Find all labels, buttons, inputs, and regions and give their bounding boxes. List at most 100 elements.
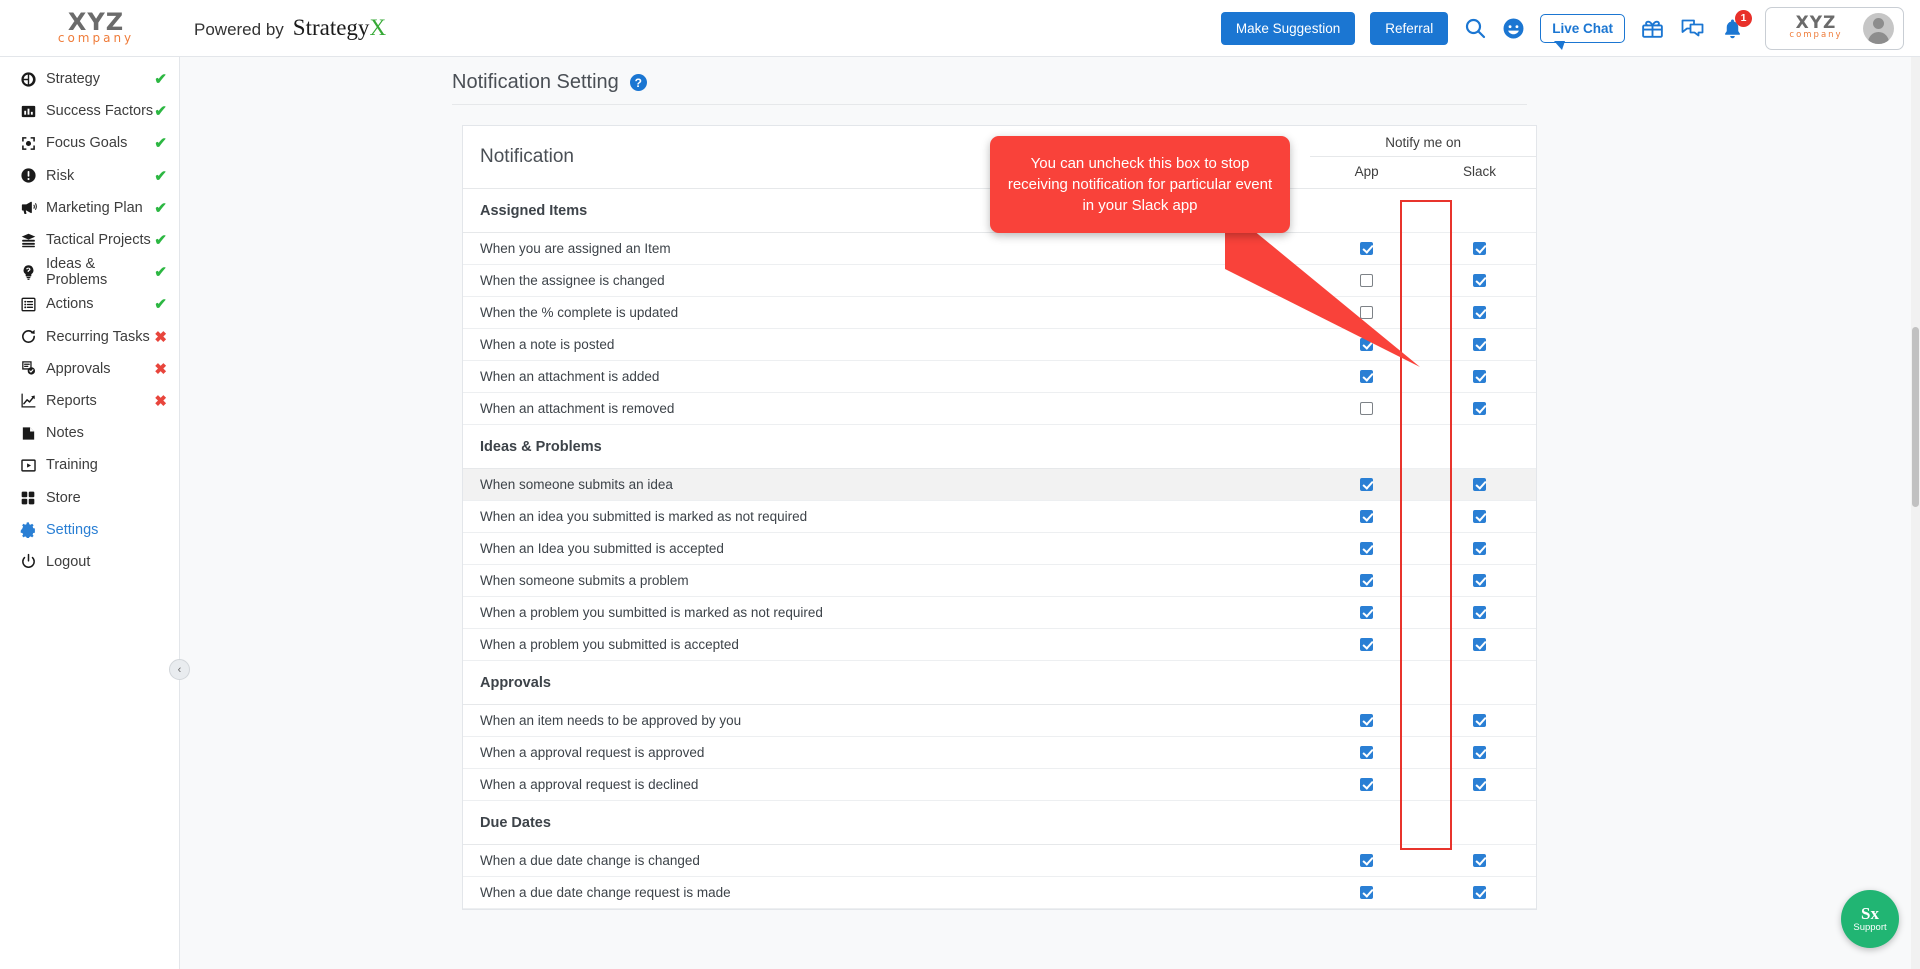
bell-icon[interactable]: 1: [1721, 9, 1752, 40]
notification-label: When an attachment is added: [463, 360, 1311, 393]
slack-checkbox[interactable]: [1473, 337, 1487, 351]
app-checkbox[interactable]: [1360, 885, 1374, 899]
app-checkbox[interactable]: [1360, 713, 1374, 727]
sidebar-item-store[interactable]: Store: [0, 481, 179, 513]
sidebar-item-recurring-tasks[interactable]: Recurring Tasks ✖: [0, 321, 179, 353]
app-checkbox-cell: [1310, 392, 1424, 425]
page-scrollbar[interactable]: [1911, 57, 1920, 969]
app-checkbox-cell: [1310, 468, 1424, 501]
userbox-logo-primary: XYZ: [1795, 13, 1837, 33]
sidebar-item-label: Settings: [46, 521, 99, 538]
slack-checkbox[interactable]: [1473, 853, 1487, 867]
main-content-area: Notification Setting ? Notification Noti…: [180, 57, 1920, 969]
sidebar-item-strategy[interactable]: Strategy ✔: [0, 63, 179, 95]
referral-button[interactable]: Referral: [1370, 11, 1449, 45]
sidebar-item-approvals[interactable]: Approvals ✖: [0, 353, 179, 385]
refresh-icon: [20, 328, 46, 345]
sidebar-collapse-button[interactable]: ‹: [169, 659, 190, 680]
app-checkbox[interactable]: [1360, 509, 1374, 523]
sidebar-item-settings[interactable]: Settings: [0, 514, 179, 546]
smiley-icon[interactable]: [1502, 17, 1525, 40]
slack-checkbox[interactable]: [1473, 273, 1487, 287]
table-section-row: Due Dates: [463, 800, 1536, 845]
powered-by-label: Powered by: [194, 20, 284, 39]
make-suggestion-button[interactable]: Make Suggestion: [1220, 11, 1356, 45]
slack-checkbox[interactable]: [1473, 777, 1487, 791]
gift-icon[interactable]: [1640, 16, 1665, 41]
sidebar-item-label: Marketing Plan: [46, 199, 143, 216]
slack-checkbox[interactable]: [1473, 509, 1487, 523]
scrollbar-thumb[interactable]: [1912, 327, 1919, 507]
gear-icon: [20, 521, 46, 539]
slack-checkbox[interactable]: [1473, 477, 1487, 491]
slack-checkbox[interactable]: [1473, 637, 1487, 651]
live-chat-button[interactable]: Live Chat: [1540, 13, 1625, 50]
support-label: Support: [1853, 921, 1887, 933]
app-checkbox[interactable]: [1360, 637, 1374, 651]
sidebar-item-training[interactable]: Training: [0, 449, 179, 481]
table-row: When an item needs to be approved by you: [463, 704, 1536, 737]
sidebar-item-ideas-problems[interactable]: Ideas & Problems ✔: [0, 256, 179, 288]
slack-checkbox-cell: [1423, 628, 1536, 661]
app-checkbox[interactable]: [1360, 853, 1374, 867]
company-logo-primary: XYZ: [67, 7, 125, 36]
user-profile-menu[interactable]: XYZ company: [1765, 6, 1904, 50]
notification-label: When you are assigned an Item: [463, 232, 1311, 265]
search-icon[interactable]: [1463, 16, 1487, 40]
slack-checkbox-cell: [1423, 468, 1536, 501]
bar-chart-icon: [20, 103, 46, 120]
header-actions: Make Suggestion Referral Live Chat 1 XYZ…: [1220, 6, 1920, 50]
sidebar-item-label: Notes: [46, 425, 84, 442]
app-checkbox[interactable]: [1360, 401, 1374, 415]
app-checkbox[interactable]: [1360, 777, 1374, 791]
list-icon: [20, 296, 46, 313]
sidebar-item-label: Store: [46, 489, 81, 506]
sidebar-item-risk[interactable]: Risk ✔: [0, 160, 179, 192]
table-row: When a problem you sumbitted is marked a…: [463, 596, 1536, 629]
sidebar-item-status-no: ✖: [154, 328, 167, 346]
slack-checkbox[interactable]: [1473, 541, 1487, 555]
sidebar-item-logout[interactable]: Logout: [0, 546, 179, 578]
slack-checkbox[interactable]: [1473, 573, 1487, 587]
slack-checkbox[interactable]: [1473, 605, 1487, 619]
support-button[interactable]: Sx Support: [1841, 890, 1899, 948]
slack-checkbox[interactable]: [1473, 745, 1487, 759]
table-row: When a due date change is changed: [463, 844, 1536, 877]
app-checkbox[interactable]: [1360, 605, 1374, 619]
table-section-row: Approvals: [463, 660, 1536, 705]
table-row: When an Idea you submitted is accepted: [463, 532, 1536, 565]
notification-label: When someone submits an idea: [463, 468, 1311, 501]
sidebar-item-actions[interactable]: Actions ✔: [0, 288, 179, 320]
section-title: Approvals: [463, 660, 1311, 705]
company-logo[interactable]: XYZ company: [26, 7, 166, 45]
alert-icon: [20, 167, 46, 184]
app-checkbox-cell: [1310, 736, 1424, 769]
slack-checkbox-cell: [1423, 596, 1536, 629]
sidebar-item-reports[interactable]: Reports ✖: [0, 385, 179, 417]
slack-checkbox[interactable]: [1473, 713, 1487, 727]
app-checkbox[interactable]: [1360, 745, 1374, 759]
app-checkbox[interactable]: [1360, 477, 1374, 491]
sidebar-item-success-factors[interactable]: Success Factors ✔: [0, 95, 179, 127]
sidebar-item-tactical-projects[interactable]: Tactical Projects ✔: [0, 224, 179, 256]
slack-checkbox[interactable]: [1473, 369, 1487, 383]
help-icon[interactable]: ?: [629, 74, 647, 91]
app-checkbox[interactable]: [1360, 573, 1374, 587]
messages-icon[interactable]: [1680, 15, 1706, 41]
slack-checkbox[interactable]: [1473, 885, 1487, 899]
avatar[interactable]: [1863, 12, 1894, 44]
sidebar-item-marketing-plan[interactable]: Marketing Plan ✔: [0, 192, 179, 224]
sidebar-item-status-ok: ✔: [154, 296, 167, 314]
slack-checkbox[interactable]: [1473, 305, 1487, 319]
slack-checkbox[interactable]: [1473, 241, 1487, 255]
slack-checkbox[interactable]: [1473, 401, 1487, 415]
app-checkbox[interactable]: [1360, 541, 1374, 555]
table-row: When a problem you submitted is accepted: [463, 628, 1536, 661]
sidebar-item-focus-goals[interactable]: Focus Goals ✔: [0, 127, 179, 159]
page-header: Notification Setting ?: [180, 57, 1920, 94]
sidebar-item-notes[interactable]: Notes: [0, 417, 179, 449]
table-row: When a approval request is approved: [463, 736, 1536, 769]
power-icon: [20, 553, 46, 570]
sidebar-item-status-ok: ✔: [154, 264, 167, 282]
slack-checkbox-cell: [1423, 704, 1536, 737]
